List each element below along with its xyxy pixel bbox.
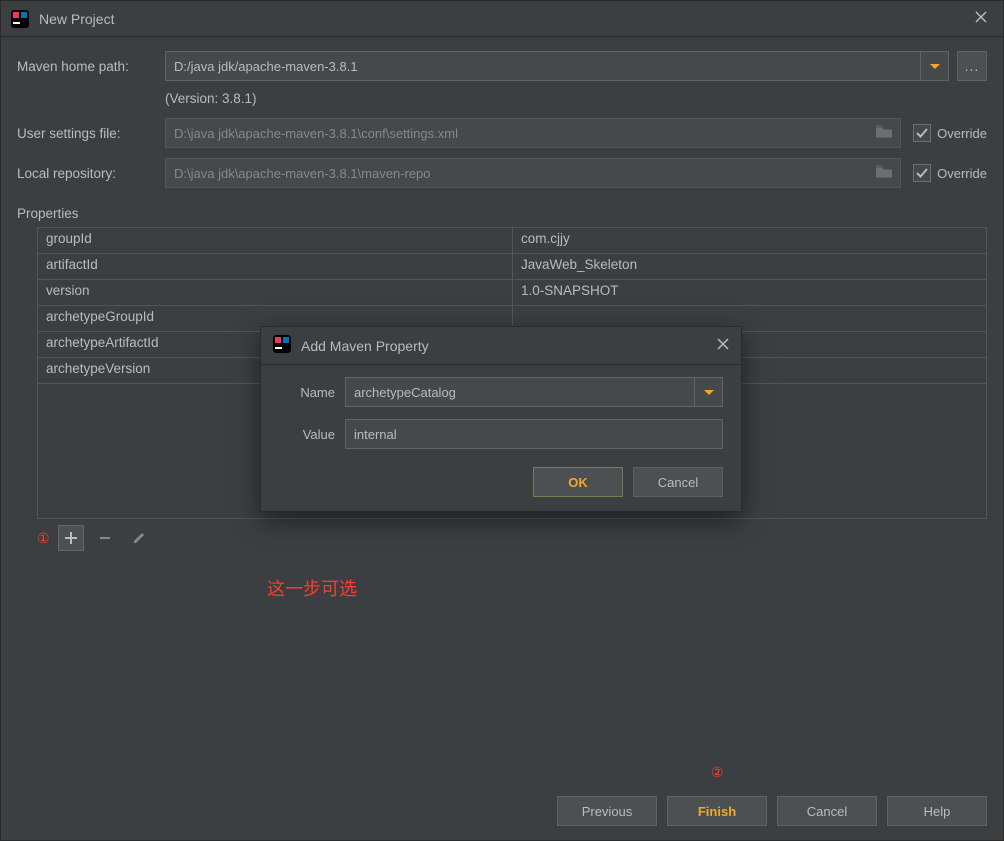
prop-value: JavaWeb_Skeleton <box>513 254 986 279</box>
finish-button[interactable]: Finish <box>667 796 767 826</box>
override-user-settings-checkbox[interactable] <box>913 124 931 142</box>
properties-toolbar: ① <box>37 519 987 557</box>
footer-buttons: ② Previous Finish Cancel Help <box>1 786 1003 840</box>
override-user-settings-wrap: Override <box>913 124 987 142</box>
dialog-value-row: Value internal <box>279 419 723 449</box>
help-button[interactable]: Help <box>887 796 987 826</box>
table-row[interactable]: artifactId JavaWeb_Skeleton <box>38 254 986 280</box>
maven-version-text: (Version: 3.8.1) <box>165 91 987 106</box>
annotation-note: 这一步可选 <box>267 575 987 601</box>
maven-home-value: D:/java jdk/apache-maven-3.8.1 <box>174 59 358 74</box>
prop-key: version <box>38 280 513 305</box>
dialog-value-label: Value <box>279 427 335 442</box>
intellij-icon <box>273 335 291 356</box>
override-label: Override <box>937 126 987 141</box>
prop-key: artifactId <box>38 254 513 279</box>
chevron-down-icon[interactable] <box>920 52 948 80</box>
dialog-value-value: internal <box>354 427 397 442</box>
add-property-button[interactable] <box>58 525 84 551</box>
table-row[interactable]: groupId com.cjjy <box>38 228 986 254</box>
dialog-name-combo[interactable]: archetypeCatalog <box>345 377 723 407</box>
ok-button[interactable]: OK <box>533 467 623 497</box>
local-repo-input[interactable]: D:\java jdk\apache-maven-3.8.1\maven-rep… <box>165 158 901 188</box>
user-settings-input[interactable]: D:\java jdk\apache-maven-3.8.1\conf\sett… <box>165 118 901 148</box>
dialog-name-label: Name <box>279 385 335 400</box>
maven-home-combo[interactable]: D:/java jdk/apache-maven-3.8.1 <box>165 51 949 81</box>
dialog-body: Name archetypeCatalog Value internal <box>261 365 741 461</box>
maven-home-row: Maven home path: D:/java jdk/apache-mave… <box>17 51 987 81</box>
browse-button[interactable]: ... <box>957 51 987 81</box>
prop-value: 1.0-SNAPSHOT <box>513 280 986 305</box>
dialog-titlebar: Add Maven Property <box>261 327 741 365</box>
user-settings-value: D:\java jdk\apache-maven-3.8.1\conf\sett… <box>174 126 458 141</box>
dialog-name-row: Name archetypeCatalog <box>279 377 723 407</box>
dialog-name-value: archetypeCatalog <box>354 385 456 400</box>
dialog-value-input[interactable]: internal <box>345 419 723 449</box>
dialog-cancel-button[interactable]: Cancel <box>633 467 723 497</box>
properties-label: Properties <box>17 206 987 221</box>
edit-property-button[interactable] <box>126 525 152 551</box>
user-settings-label: User settings file: <box>17 126 165 141</box>
folder-icon[interactable] <box>876 126 892 141</box>
remove-property-button[interactable] <box>92 525 118 551</box>
window-title: New Project <box>39 11 969 27</box>
override-local-repo-wrap: Override <box>913 164 987 182</box>
annotation-two: ② <box>711 764 724 781</box>
prop-key: groupId <box>38 228 513 253</box>
table-row[interactable]: version 1.0-SNAPSHOT <box>38 280 986 306</box>
folder-icon[interactable] <box>876 166 892 181</box>
previous-button[interactable]: Previous <box>557 796 657 826</box>
close-icon[interactable] <box>969 6 993 32</box>
maven-home-label: Maven home path: <box>17 59 165 74</box>
close-icon[interactable] <box>717 337 729 355</box>
add-maven-property-dialog: Add Maven Property Name archetypeCatalog… <box>260 326 742 512</box>
local-repo-label: Local repository: <box>17 166 165 181</box>
window-titlebar: New Project <box>1 1 1003 37</box>
user-settings-row: User settings file: D:\java jdk\apache-m… <box>17 118 987 148</box>
override-local-repo-checkbox[interactable] <box>913 164 931 182</box>
prop-value: com.cjjy <box>513 228 986 253</box>
annotation-one: ① <box>37 530 50 547</box>
intellij-icon <box>11 10 29 28</box>
local-repo-row: Local repository: D:\java jdk\apache-mav… <box>17 158 987 188</box>
chevron-down-icon[interactable] <box>694 378 722 406</box>
override-label: Override <box>937 166 987 181</box>
dialog-title: Add Maven Property <box>301 338 717 354</box>
cancel-button[interactable]: Cancel <box>777 796 877 826</box>
dialog-footer: OK Cancel <box>261 461 741 511</box>
local-repo-value: D:\java jdk\apache-maven-3.8.1\maven-rep… <box>174 166 431 181</box>
